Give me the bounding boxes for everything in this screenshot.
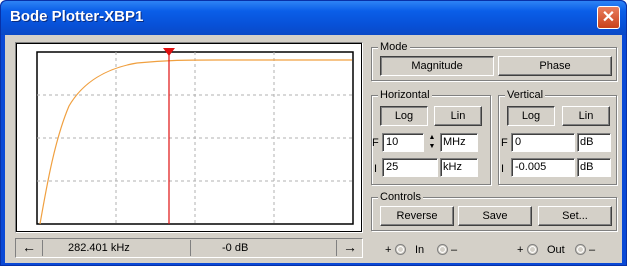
left-arrow-icon: ← xyxy=(22,239,36,255)
status-divider xyxy=(190,240,191,256)
frequency-readout: 282.401 kHz xyxy=(68,242,130,254)
horizontal-initial-input[interactable]: 25 xyxy=(382,158,438,177)
title-bar[interactable]: Bode Plotter-XBP1 ✕ xyxy=(1,1,626,35)
status-divider xyxy=(42,240,43,256)
horizontal-group: Horizontal Log Lin F 10 ▲ ▼ MHz I 25 kHz xyxy=(371,88,491,185)
magnitude-curve xyxy=(39,59,352,225)
in-minus-terminal[interactable] xyxy=(437,244,448,255)
in-plus-terminal[interactable] xyxy=(395,244,406,255)
vertical-final-input[interactable]: 0 xyxy=(511,133,575,152)
magnitude-readout: -0 dB xyxy=(222,242,249,254)
vertical-initial-label: I xyxy=(501,163,505,175)
horizontal-initial-label: I xyxy=(374,163,378,175)
vertical-initial-input[interactable]: -0.005 xyxy=(511,158,575,177)
horizontal-initial-unit[interactable]: kHz xyxy=(440,158,478,177)
vertical-final-label: F xyxy=(501,137,508,149)
horizontal-log-button[interactable]: Log xyxy=(380,106,428,126)
horizontal-group-label: Horizontal xyxy=(378,88,432,102)
horizontal-final-spinner[interactable]: ▲ ▼ xyxy=(425,133,439,152)
vertical-lin-button[interactable]: Lin xyxy=(562,106,610,126)
in-plus-label: + xyxy=(385,244,392,256)
mode-group: Mode Magnitude Phase xyxy=(371,40,617,81)
bode-plotter-window: Bode Plotter-XBP1 ✕ ← 282.401 kHz -0 dB … xyxy=(0,0,627,266)
right-arrow-icon: → xyxy=(343,239,357,255)
bode-plot xyxy=(36,48,354,225)
close-icon: ✕ xyxy=(601,9,616,26)
vertical-initial-unit[interactable]: dB xyxy=(577,158,611,177)
client-area: ← 282.401 kHz -0 dB → Mode Magnitude Pha… xyxy=(5,35,622,263)
cursor-left-button[interactable]: ← xyxy=(18,240,40,256)
vertical-group-label: Vertical xyxy=(505,88,546,102)
horizontal-final-unit[interactable]: MHz xyxy=(440,133,478,152)
out-minus-label: – xyxy=(589,244,596,256)
out-minus-terminal[interactable] xyxy=(575,244,586,255)
controls-group: Controls Reverse Save Set... xyxy=(371,190,617,231)
out-label: Out xyxy=(547,244,565,256)
in-minus-label: – xyxy=(451,244,458,256)
cursor-readout-bar: ← 282.401 kHz -0 dB → xyxy=(15,238,363,258)
close-button[interactable]: ✕ xyxy=(597,6,620,29)
plot-grid xyxy=(37,52,353,224)
spin-up-icon[interactable]: ▲ xyxy=(425,133,439,142)
vertical-group: Vertical Log Lin F 0 dB I -0.005 dB xyxy=(498,88,617,185)
cursor-right-button[interactable]: → xyxy=(339,240,361,256)
status-divider xyxy=(336,240,337,256)
plot-frame xyxy=(15,42,363,233)
out-plus-label: + xyxy=(517,244,524,256)
in-label: In xyxy=(415,244,425,256)
magnitude-button[interactable]: Magnitude xyxy=(380,56,494,76)
spin-down-icon[interactable]: ▼ xyxy=(425,142,439,151)
vertical-final-unit[interactable]: dB xyxy=(577,133,611,152)
plot-display[interactable] xyxy=(17,44,361,231)
horizontal-final-label: F xyxy=(372,137,379,149)
mode-group-label: Mode xyxy=(378,40,410,54)
phase-button[interactable]: Phase xyxy=(498,56,612,76)
horizontal-final-input[interactable]: 10 xyxy=(382,133,424,152)
set-button[interactable]: Set... xyxy=(538,206,612,226)
controls-group-label: Controls xyxy=(378,190,423,204)
window-title: Bode Plotter-XBP1 xyxy=(10,8,144,25)
vertical-log-button[interactable]: Log xyxy=(507,106,555,126)
out-plus-terminal[interactable] xyxy=(527,244,538,255)
horizontal-lin-button[interactable]: Lin xyxy=(434,106,482,126)
reverse-button[interactable]: Reverse xyxy=(380,206,454,226)
save-button[interactable]: Save xyxy=(458,206,532,226)
